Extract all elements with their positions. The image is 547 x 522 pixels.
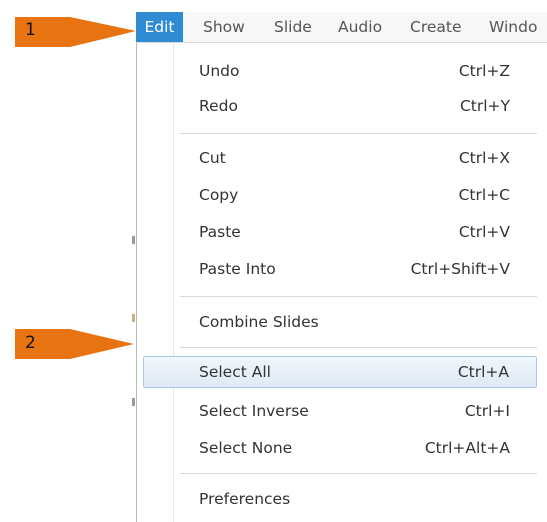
menu-separator — [180, 296, 537, 297]
menu-item-copy[interactable]: Copy Ctrl+C — [172, 179, 537, 211]
menu-item-paste[interactable]: Paste Ctrl+V — [172, 216, 537, 248]
menu-item-label: Redo — [199, 97, 238, 115]
menu-item-label: Undo — [199, 62, 240, 80]
callout-number-2: 2 — [25, 333, 36, 353]
menu-separator — [180, 473, 537, 474]
window-edge-fragment — [132, 314, 135, 322]
menu-edit[interactable]: Edit — [136, 12, 183, 42]
callout-number-1: 1 — [25, 20, 36, 40]
menu-item-undo[interactable]: Undo Ctrl+Z — [172, 55, 537, 87]
menu-item-shortcut: Ctrl+I — [464, 402, 510, 420]
menu-item-shortcut: Ctrl+Z — [458, 62, 510, 80]
menu-item-shortcut: Ctrl+X — [458, 149, 510, 167]
menu-show[interactable]: Show — [203, 12, 245, 42]
menu-item-label: Select None — [199, 439, 293, 457]
menu-item-select-none[interactable]: Select None Ctrl+Alt+A — [172, 432, 537, 464]
menu-separator — [180, 133, 537, 134]
menu-item-shortcut: Ctrl+C — [458, 186, 510, 204]
menu-item-shortcut: Ctrl+Alt+A — [424, 439, 510, 457]
menu-create[interactable]: Create — [410, 12, 462, 42]
menu-item-paste-into[interactable]: Paste Into Ctrl+Shift+V — [172, 253, 537, 285]
menu-item-label: Preferences — [199, 490, 291, 508]
menu-item-redo[interactable]: Redo Ctrl+Y — [172, 90, 537, 122]
menu-bar: Edit Show Slide Audio Create Windo — [136, 12, 547, 43]
menu-item-shortcut: Ctrl+V — [458, 223, 510, 241]
window-edge-fragment — [132, 398, 135, 406]
menu-item-select-inverse[interactable]: Select Inverse Ctrl+I — [172, 395, 537, 427]
menu-separator — [180, 347, 537, 348]
menu-item-label: Paste — [199, 223, 241, 241]
menu-border — [136, 43, 137, 522]
menu-item-combine-slides[interactable]: Combine Slides — [172, 306, 537, 338]
menu-item-label: Combine Slides — [199, 313, 319, 331]
menu-item-label: Copy — [199, 186, 239, 204]
menu-item-shortcut: Ctrl+Shift+V — [410, 260, 510, 278]
menu-item-label: Select All — [199, 363, 271, 381]
menu-audio[interactable]: Audio — [338, 12, 382, 42]
menu-item-shortcut: Ctrl+Y — [459, 97, 510, 115]
menu-slide[interactable]: Slide — [274, 12, 312, 42]
menu-window[interactable]: Windo — [489, 12, 537, 42]
menu-item-select-all[interactable]: Select All Ctrl+A — [143, 356, 537, 388]
menu-item-preferences[interactable]: Preferences — [172, 483, 537, 515]
menu-item-shortcut: Ctrl+A — [457, 363, 509, 381]
window-edge-fragment — [132, 236, 135, 244]
menu-item-label: Cut — [199, 149, 226, 167]
menu-item-cut[interactable]: Cut Ctrl+X — [172, 142, 537, 174]
menu-item-label: Paste Into — [199, 260, 276, 278]
menu-item-label: Select Inverse — [199, 402, 309, 420]
